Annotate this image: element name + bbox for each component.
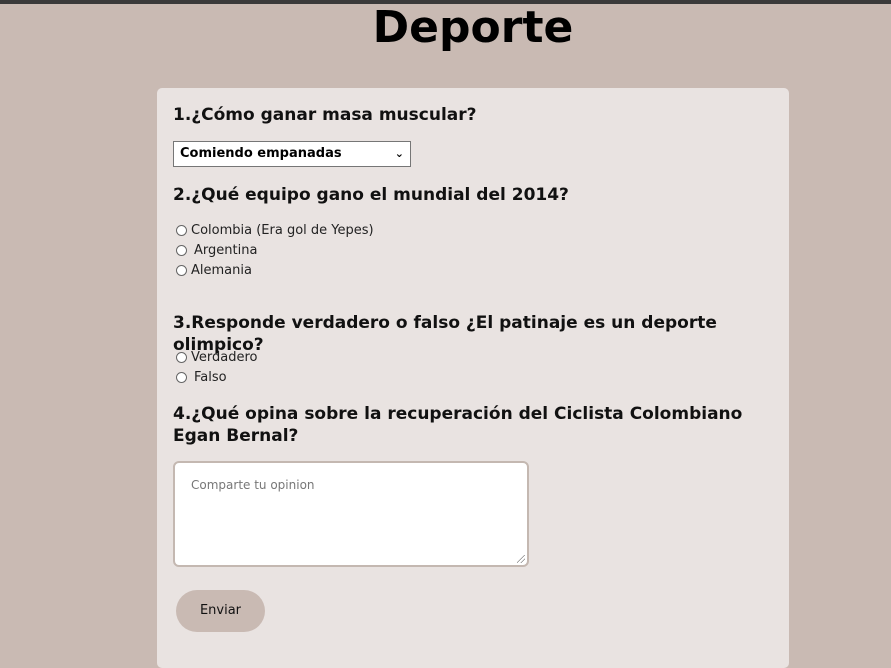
radio-button[interactable]	[176, 264, 187, 276]
radio-label: Verdadero	[191, 349, 258, 365]
radio-button[interactable]	[176, 244, 187, 256]
radio-button[interactable]	[176, 224, 187, 236]
radio-button[interactable]	[176, 351, 187, 363]
radio-label: Alemania	[191, 262, 252, 278]
muscle-mass-select[interactable]: Comiendo empanadas ⌄	[173, 141, 411, 167]
radio-option-colombia[interactable]: Colombia (Era gol de Yepes)	[176, 222, 374, 238]
radio-option-alemania[interactable]: Alemania	[176, 262, 252, 278]
muscle-mass-select-value: Comiendo empanadas	[180, 146, 342, 161]
question-4-label: 4.¿Qué opina sobre la recuperación del C…	[173, 404, 743, 446]
opinion-placeholder: Comparte tu opinion	[191, 478, 315, 492]
radio-option-falso[interactable]: Falso	[176, 369, 227, 385]
question-1-label: 1.¿Cómo ganar masa muscular?	[173, 105, 477, 125]
radio-label: Argentina	[194, 242, 258, 258]
question-3-label: 3.Responde verdadero o falso ¿El patinaj…	[173, 313, 717, 355]
radio-button[interactable]	[176, 371, 187, 383]
opinion-textarea[interactable]: Comparte tu opinion	[173, 461, 529, 567]
page-title: Deporte	[372, 2, 574, 53]
radio-option-verdadero[interactable]: Verdadero	[176, 349, 257, 365]
radio-label: Falso	[194, 369, 227, 385]
resize-handle-icon[interactable]	[517, 555, 525, 563]
survey-form: 1.¿Cómo ganar masa muscular? Comiendo em…	[157, 88, 789, 668]
question-2-label: 2.¿Qué equipo gano el mundial del 2014?	[173, 185, 569, 205]
radio-label: Colombia (Era gol de Yepes)	[191, 222, 374, 238]
chevron-down-icon: ⌄	[394, 147, 404, 160]
submit-button[interactable]: Enviar	[176, 590, 265, 632]
radio-option-argentina[interactable]: Argentina	[176, 242, 257, 258]
